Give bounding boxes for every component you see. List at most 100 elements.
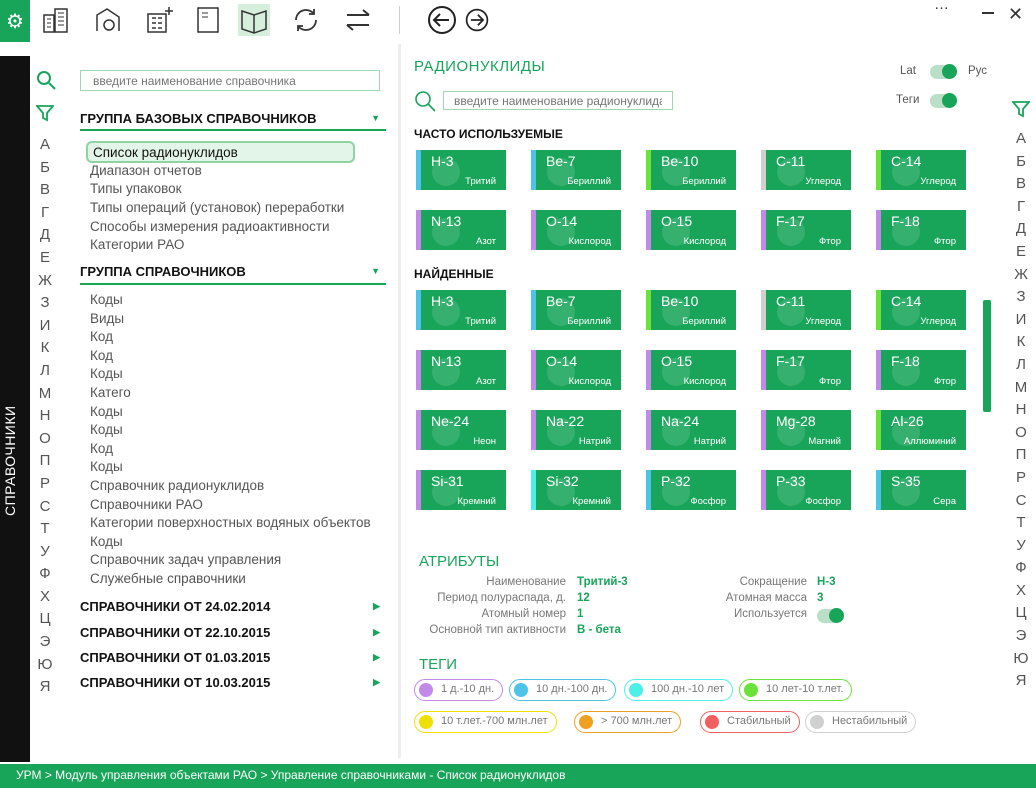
alphabet-letter[interactable]: А [1010,128,1032,151]
radionuclide-tile[interactable]: Ne-24 Неон [416,410,506,450]
alphabet-letter[interactable]: Д [1010,218,1032,241]
radionuclide-tile[interactable]: C-11 Углерод [761,150,851,190]
sidebar-tab-references[interactable]: СПРАВОЧНИКИ [2,405,18,516]
tag-chip[interactable]: > 700 млн.лет [574,711,682,733]
alphabet-letter[interactable]: И [1010,309,1032,332]
document-toolbar-button[interactable] [192,4,224,36]
reference-item[interactable]: Код [90,348,113,363]
alphabet-letter[interactable]: Г [34,202,56,225]
reference-item[interactable]: Коды [90,404,123,419]
alphabet-letter[interactable]: З [1010,286,1032,309]
main-search-icon[interactable] [414,90,436,117]
radionuclide-tile[interactable]: C-14 Углерод [876,150,966,190]
reference-item[interactable]: Справочник задач управления [90,552,281,567]
alphabet-letter[interactable]: П [34,450,56,473]
alphabet-letter[interactable]: С [1010,490,1032,513]
reference-item[interactable]: Категории поверхностных водяных объектов [90,515,371,530]
right-filter-icon[interactable] [1011,100,1031,123]
alphabet-letter[interactable]: З [34,292,56,315]
alphabet-letter[interactable]: М [34,383,56,406]
alphabet-letter[interactable]: К [1010,331,1032,354]
radionuclide-tile[interactable]: F-17 Фтор [761,350,851,390]
radionuclide-tile[interactable]: C-11 Углерод [761,290,851,330]
radionuclide-tile[interactable]: N-13 Азот [416,210,506,250]
pane-splitter[interactable] [398,44,401,758]
radionuclide-tile[interactable]: Si-31 Кремний [416,470,506,510]
alphabet-letter[interactable]: Ц [34,608,56,631]
reference-item[interactable]: Коды [90,292,123,307]
alphabet-letter[interactable]: А [34,134,56,157]
alphabet-letter[interactable]: Н [34,405,56,428]
radionuclide-tile[interactable]: F-18 Фтор [876,210,966,250]
refresh-toolbar-button[interactable] [290,4,322,36]
back-button[interactable] [426,4,458,36]
reference-search-input[interactable] [80,70,380,91]
alphabet-letter[interactable]: Ж [1010,264,1032,287]
alphabet-letter[interactable]: Л [1010,354,1032,377]
alphabet-letter[interactable]: И [34,315,56,338]
alphabet-letter[interactable]: Х [34,586,56,609]
radionuclide-tile[interactable]: F-17 Фтор [761,210,851,250]
radionuclide-tile[interactable]: S-35 Сера [876,470,966,510]
alphabet-letter[interactable]: Е [1010,241,1032,264]
window-menu-dots[interactable]: … [934,0,949,13]
alphabet-letter[interactable]: Р [34,473,56,496]
radionuclide-tile[interactable]: O-15 Кислород [646,350,736,390]
alphabet-letter[interactable]: Т [1010,512,1032,535]
reference-item[interactable]: Коды [90,459,123,474]
alphabet-letter[interactable]: Б [34,157,56,180]
radionuclide-tile[interactable]: Mg-28 Магний [761,410,851,450]
left-search-icon[interactable] [36,70,56,95]
alphabet-letter[interactable]: Я [34,676,56,699]
radionuclide-tile[interactable]: O-14 Кислород [531,350,621,390]
alphabet-letter[interactable]: Ф [34,563,56,586]
radionuclide-tile[interactable]: Be-7 Бериллий [531,290,621,330]
minimize-icon[interactable] [982,12,994,14]
reference-item[interactable]: Справочники РАО [90,497,203,512]
tag-chip[interactable]: Стабильный [700,711,800,733]
radionuclide-tile[interactable]: F-18 Фтор [876,350,966,390]
tag-chip[interactable]: 10 дн.-100 дн. [509,679,617,701]
alphabet-letter[interactable]: У [34,541,56,564]
alphabet-letter[interactable]: Ф [1010,557,1032,580]
left-filter-icon[interactable] [35,104,55,127]
radionuclide-tile[interactable]: Be-10 Бериллий [646,290,736,330]
scrollbar-thumb[interactable] [983,300,991,412]
tag-chip[interactable]: 10 т.лет.-700 млн.лет [414,711,557,733]
alphabet-letter[interactable]: Ц [1010,602,1032,625]
radionuclide-tile[interactable]: N-13 Азот [416,350,506,390]
language-toggle[interactable] [930,64,957,79]
alphabet-letter[interactable]: Р [1010,467,1032,490]
collapsed-group-header[interactable]: СПРАВОЧНИКИ ОТ 01.03.2015 ▶ [80,650,386,668]
group-references-header[interactable]: ГРУППА СПРАВОЧНИКОВ ▼ [80,264,386,286]
alphabet-letter[interactable]: О [34,428,56,451]
alphabet-letter[interactable]: П [1010,444,1032,467]
collapsed-group-header[interactable]: СПРАВОЧНИКИ ОТ 22.10.2015 ▶ [80,625,386,643]
alphabet-letter[interactable]: Н [1010,399,1032,422]
alphabet-letter[interactable]: Ю [1010,648,1032,671]
reference-item-selected[interactable]: Список радионуклидов [86,141,355,163]
alphabet-letter[interactable]: Ю [34,654,56,677]
radionuclide-tile[interactable]: P-32 Фосфор [646,470,736,510]
alphabet-letter[interactable]: Э [34,631,56,654]
forward-button[interactable] [464,4,490,36]
tag-chip[interactable]: 1 д.-10 дн. [414,679,504,701]
alphabet-letter[interactable]: Ж [34,270,56,293]
alphabet-letter[interactable]: В [34,179,56,202]
radionuclide-tile[interactable]: P-33 Фосфор [761,470,851,510]
alphabet-letter[interactable]: Э [1010,625,1032,648]
radionuclide-tile[interactable]: Al-26 Аллюминий [876,410,966,450]
reference-item[interactable]: Справочник радионуклидов [90,478,264,493]
reference-item[interactable]: Типы операций (установок) переработки [90,200,344,215]
radionuclide-tile[interactable]: Be-7 Бериллий [531,150,621,190]
radionuclide-search-input[interactable] [443,91,673,110]
reference-item[interactable]: Типы упаковок [90,181,182,196]
reference-item[interactable]: Диапазон отчетов [90,163,202,178]
tag-chip[interactable]: 10 лет-10 т.лет. [739,679,853,701]
close-icon[interactable]: ✕ [1008,4,1023,25]
radionuclide-tile[interactable]: C-14 Углерод [876,290,966,330]
reference-item[interactable]: Служебные справочники [90,571,246,586]
tag-chip[interactable]: Нестабильный [805,711,917,733]
alphabet-letter[interactable]: Д [34,224,56,247]
radionuclide-tile[interactable]: O-15 Кислород [646,210,736,250]
